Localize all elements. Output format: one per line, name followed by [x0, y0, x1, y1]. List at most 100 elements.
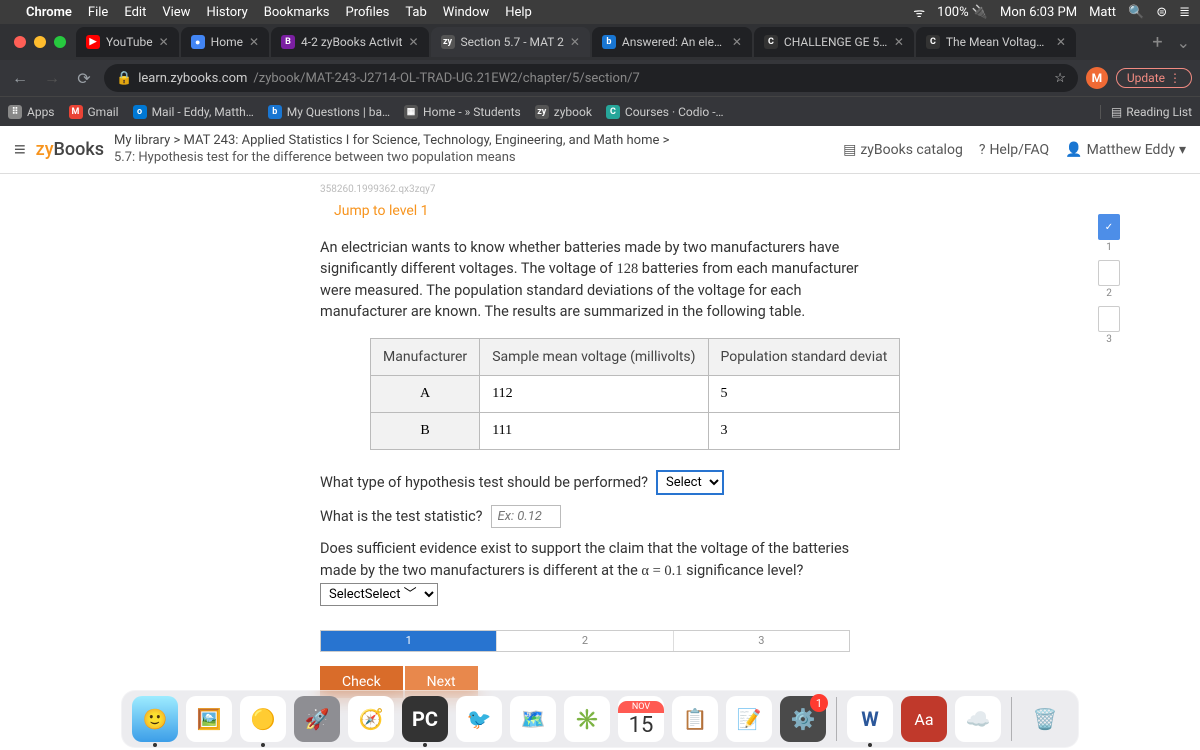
tab-favicon: zy — [441, 35, 455, 49]
control-center-icon[interactable]: ⊜ — [1156, 5, 1167, 20]
bookmark-item[interactable]: CCourses · Codio -… — [606, 105, 724, 119]
menu-tab[interactable]: Tab — [405, 5, 426, 20]
test-statistic-input[interactable] — [491, 505, 561, 528]
browser-tab[interactable]: CCHALLENGE GE 5.7✕ — [754, 27, 914, 57]
close-tab-icon[interactable]: ✕ — [159, 35, 169, 49]
browser-tab[interactable]: zySection 5.7 - MAT 2✕ — [431, 27, 590, 57]
tab-overflow-button[interactable]: ⌄ — [1171, 33, 1196, 52]
clock: Mon 6:03 PM — [1000, 5, 1077, 20]
cell-m: A — [371, 376, 480, 413]
address-bar[interactable]: 🔒 learn.zybooks.com/zybook/MAT-243-J2714… — [104, 64, 1078, 92]
zybooks-logo[interactable]: zyBooks — [36, 139, 104, 160]
bookmark-item[interactable]: zyzybook — [535, 105, 592, 119]
onedrive-icon[interactable]: ☁️ — [955, 696, 1001, 742]
app-name[interactable]: Chrome — [26, 5, 72, 20]
progress-seg-3[interactable]: 3 — [674, 631, 849, 651]
back-button[interactable]: ← — [8, 68, 32, 88]
question-id: 358260.1999362.qx3zqy7 — [320, 184, 1120, 195]
close-tab-icon[interactable]: ✕ — [732, 35, 742, 49]
profile-avatar[interactable]: M — [1086, 67, 1108, 89]
reload-button[interactable]: ⟳ — [72, 69, 96, 88]
menu-window[interactable]: Window — [443, 5, 489, 20]
photos-app-icon[interactable]: 🖼️ — [186, 696, 232, 742]
bookmark-item[interactable]: ⠿Apps — [8, 105, 55, 119]
menu-help[interactable]: Help — [505, 5, 532, 20]
menu-profiles[interactable]: Profiles — [346, 5, 390, 20]
notes-icon[interactable]: 📝 — [726, 696, 772, 742]
data-table: Manufacturer Sample mean voltage (milliv… — [370, 338, 900, 450]
browser-tab[interactable]: ●Home✕ — [181, 27, 269, 57]
bookmark-label: Gmail — [88, 105, 119, 119]
table-row: A 112 5 — [371, 376, 900, 413]
user-menu[interactable]: 👤Matthew Eddy ▾ — [1065, 142, 1186, 158]
maps-icon[interactable]: 🗺️ — [510, 696, 556, 742]
chrome-icon[interactable]: 🟡 — [240, 696, 286, 742]
close-tab-icon[interactable]: ✕ — [408, 35, 418, 49]
hypothesis-test-select[interactable]: Select — [656, 470, 724, 495]
new-tab-button[interactable]: + — [1144, 32, 1170, 53]
close-tab-icon[interactable]: ✕ — [570, 35, 580, 49]
breadcrumb-line1[interactable]: My library > MAT 243: Applied Statistics… — [114, 133, 669, 150]
close-window[interactable] — [14, 36, 26, 48]
calendar-icon[interactable]: NOV15 — [618, 696, 664, 742]
menu-edit[interactable]: Edit — [124, 5, 146, 20]
pycharm-icon[interactable]: PC — [402, 696, 448, 742]
level-nav: ✓1 2 3 — [1098, 214, 1120, 344]
menu-toggle-icon[interactable]: ≡ — [14, 137, 26, 162]
spotlight-icon[interactable]: 🔍 — [1128, 5, 1144, 20]
dictionary-icon[interactable]: Aa — [901, 696, 947, 742]
photos-icon[interactable]: ✳️ — [564, 696, 610, 742]
menu-file[interactable]: File — [88, 5, 108, 20]
browser-tab[interactable]: ▶YouTube✕ — [76, 27, 179, 57]
close-tab-icon[interactable]: ✕ — [249, 35, 259, 49]
update-button[interactable]: Update⋮ — [1116, 68, 1192, 88]
help-icon: ? — [979, 142, 986, 158]
wifi-icon[interactable]: ᯤ — [913, 3, 925, 21]
menu-list-icon[interactable]: ≣ — [1179, 5, 1190, 20]
launchpad-icon[interactable]: 🚀 — [294, 696, 340, 742]
minimize-window[interactable] — [34, 36, 46, 48]
close-tab-icon[interactable]: ✕ — [894, 35, 904, 49]
jump-to-level-link[interactable]: Jump to level 1 — [334, 203, 1120, 219]
reading-list-button[interactable]: ▤Reading List — [1100, 105, 1192, 119]
zybooks-header: ≡ zyBooks My library > MAT 243: Applied … — [0, 126, 1200, 174]
reminders-icon[interactable]: 📋 — [672, 696, 718, 742]
question-1: What type of hypothesis test should be p… — [320, 470, 1120, 495]
browser-tab[interactable]: B4-2 zyBooks Activit✕ — [271, 27, 429, 57]
bookmark-item[interactable]: oMail - Eddy, Matth… — [133, 105, 254, 119]
bookmark-item[interactable]: M Gmail — [69, 105, 119, 119]
browser-tab[interactable]: CThe Mean Voltage A✕ — [916, 27, 1076, 57]
progress-seg-2[interactable]: 2 — [497, 631, 673, 651]
tab-label: YouTube — [106, 35, 153, 49]
evidence-select[interactable]: SelectSelect ﹀ — [320, 583, 438, 606]
menu-bookmarks[interactable]: Bookmarks — [264, 5, 330, 20]
word-icon[interactable]: W — [847, 696, 893, 742]
help-link[interactable]: ?Help/FAQ — [979, 142, 1049, 158]
settings-icon[interactable]: ⚙️1 — [780, 696, 826, 742]
alpha-value: α = 0.1 — [641, 563, 682, 579]
bookmark-item[interactable]: ▦Home - » Students — [404, 105, 521, 119]
user-icon: 👤 — [1065, 142, 1082, 158]
mail-icon[interactable]: 🐦 — [456, 696, 502, 742]
finder-icon[interactable]: 🙂 — [132, 696, 178, 742]
maximize-window[interactable] — [54, 36, 66, 48]
bookmark-item[interactable]: bMy Questions | ba… — [268, 105, 390, 119]
trash-icon[interactable]: 🗑️ — [1022, 696, 1068, 742]
bookmark-favicon: M — [69, 105, 83, 119]
chrome-window: ▶YouTube✕●Home✕B4-2 zyBooks Activit✕zySe… — [0, 24, 1200, 126]
catalog-link[interactable]: ▤zyBooks catalog — [843, 142, 963, 158]
level-3[interactable]: 3 — [1098, 306, 1120, 332]
star-icon[interactable]: ☆ — [1054, 71, 1066, 86]
close-tab-icon[interactable]: ✕ — [1056, 35, 1066, 49]
menu-view[interactable]: View — [162, 5, 190, 20]
browser-tab[interactable]: bAnswered: An electr✕ — [592, 27, 752, 57]
macos-menubar: Chrome File Edit View History Bookmarks … — [0, 0, 1200, 24]
bookmark-label: Apps — [27, 105, 55, 119]
forward-button[interactable]: → — [40, 68, 64, 88]
macos-dock: 🙂 🖼️ 🟡 🚀 🧭 PC 🐦 🗺️ ✳️ NOV15 📋 📝 ⚙️1 W Aa… — [121, 690, 1079, 748]
level-2[interactable]: 2 — [1098, 260, 1120, 286]
menu-history[interactable]: History — [206, 5, 247, 20]
progress-seg-1[interactable]: 1 — [321, 631, 497, 651]
level-1[interactable]: ✓1 — [1098, 214, 1120, 240]
safari-icon[interactable]: 🧭 — [348, 696, 394, 742]
